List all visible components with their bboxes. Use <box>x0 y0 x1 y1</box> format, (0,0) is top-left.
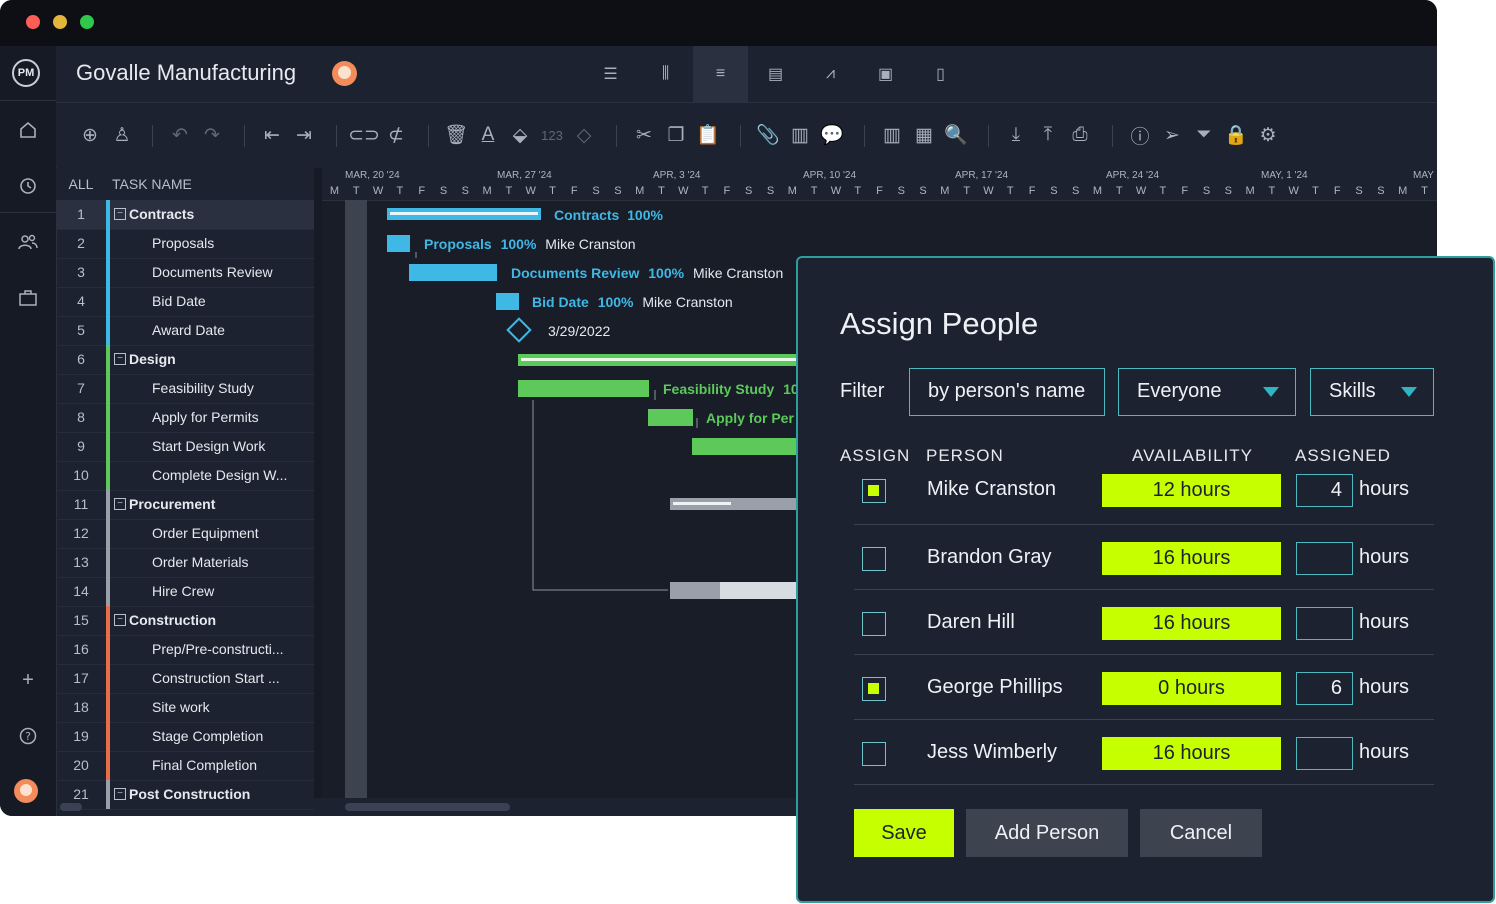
hours-unit-label: hours <box>1359 611 1410 633</box>
person-row: Jess Wimberly 16 hours hours <box>854 719 1434 785</box>
everyone-dropdown[interactable]: Everyone <box>1118 368 1296 416</box>
bar-label: Documents Review 100% Mike Cranston <box>511 265 784 281</box>
availability-badge: 16 hours <box>1102 542 1281 575</box>
gantt-bar-feasibility-study[interactable] <box>518 380 649 397</box>
filter-name-input[interactable]: by person's name <box>909 368 1105 416</box>
assign-people-dialog: Assign People Filter by person's name Ev… <box>796 256 1495 903</box>
horizontal-scrollbar[interactable] <box>345 803 510 811</box>
gantt-bar-hire-crew-remaining <box>720 582 798 599</box>
bar-label: Proposals 100% Mike Cranston <box>424 236 636 252</box>
grid-scrollbar[interactable] <box>60 803 82 811</box>
assign-checkbox[interactable] <box>862 742 886 766</box>
person-row: Daren Hill 16 hours hours <box>854 589 1434 655</box>
assign-checkbox[interactable] <box>862 677 886 701</box>
availability-badge: 12 hours <box>1102 474 1281 507</box>
filter-label: Filter <box>840 380 885 402</box>
assigned-hours-input[interactable] <box>1296 737 1353 770</box>
dialog-title: Assign People <box>840 306 1039 341</box>
bar-label: Feasibility Study 10 <box>663 381 799 397</box>
gantt-bar-hire-crew[interactable] <box>670 582 720 599</box>
person-name: Mike Cranston <box>927 478 1056 500</box>
assigned-hours-input[interactable]: 6 <box>1296 672 1353 705</box>
availability-badge: 0 hours <box>1102 672 1281 705</box>
gantt-bar-documents-review[interactable] <box>409 264 497 281</box>
person-name: Jess Wimberly <box>927 741 1058 763</box>
gantt-bar-procurement[interactable] <box>670 498 798 510</box>
hours-unit-label: hours <box>1359 741 1410 763</box>
assigned-hours-input[interactable] <box>1296 607 1353 640</box>
hours-unit-label: hours <box>1359 676 1410 698</box>
skills-dropdown-label: Skills <box>1329 380 1376 402</box>
save-button[interactable]: Save <box>854 809 954 857</box>
assigned-hours-input[interactable]: 4 <box>1296 474 1353 507</box>
person-name: George Phillips <box>927 676 1063 698</box>
assign-checkbox[interactable] <box>862 479 886 503</box>
skills-dropdown[interactable]: Skills <box>1310 368 1434 416</box>
person-name: Brandon Gray <box>927 546 1052 568</box>
bar-label: Bid Date 100% Mike Cranston <box>532 294 733 310</box>
bar-label: Contracts 100% <box>554 207 663 223</box>
availability-badge: 16 hours <box>1102 607 1281 640</box>
gantt-bar-design[interactable] <box>518 354 798 366</box>
assign-checkbox[interactable] <box>862 612 886 636</box>
checkbox-checked-mark <box>868 683 879 694</box>
gantt-bar-apply-permits[interactable] <box>648 409 693 426</box>
gantt-bar-bid-date[interactable] <box>496 293 519 310</box>
assigned-hours-input[interactable] <box>1296 542 1353 575</box>
gantt-bar-proposals[interactable] <box>387 235 410 252</box>
assign-checkbox[interactable] <box>862 547 886 571</box>
person-row: Brandon Gray 16 hours hours <box>854 524 1434 590</box>
person-row: George Phillips 0 hours 6 hours <box>854 654 1434 720</box>
gantt-bar-start-design[interactable] <box>692 438 798 455</box>
availability-badge: 16 hours <box>1102 737 1281 770</box>
hours-unit-label: hours <box>1359 546 1410 568</box>
bar-label: Apply for Per <box>706 410 794 426</box>
cancel-button[interactable]: Cancel <box>1140 809 1262 857</box>
chevron-down-icon <box>1401 387 1417 397</box>
milestone-date: 3/29/2022 <box>548 323 611 339</box>
chevron-down-icon <box>1263 387 1279 397</box>
person-row: Mike Cranston 12 hours 4 hours <box>854 459 1434 525</box>
gantt-bar-contracts[interactable] <box>387 208 541 220</box>
hours-unit-label: hours <box>1359 478 1410 500</box>
add-person-button[interactable]: Add Person <box>966 809 1128 857</box>
person-name: Daren Hill <box>927 611 1015 633</box>
checkbox-checked-mark <box>868 485 879 496</box>
everyone-dropdown-label: Everyone <box>1137 380 1222 402</box>
